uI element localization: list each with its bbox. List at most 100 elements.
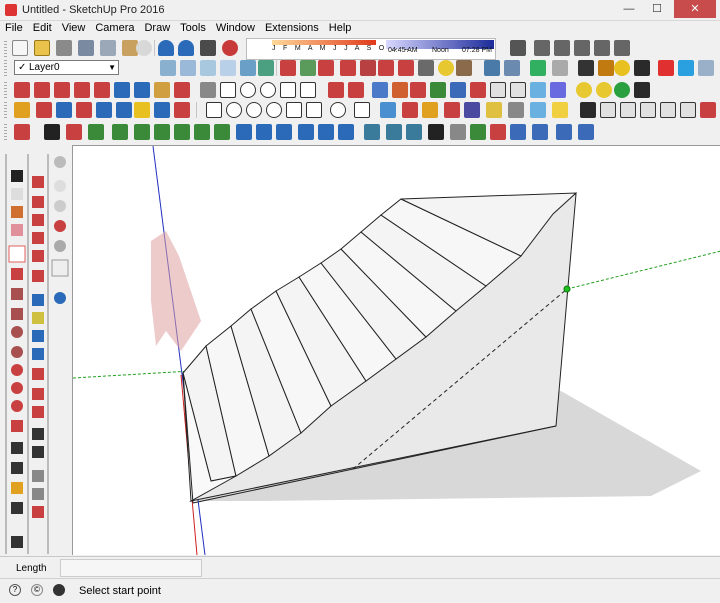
add-detail-icon[interactable] <box>378 60 394 76</box>
layer-select[interactable]: ✓ Layer0 ▼ <box>14 60 119 75</box>
look-around-icon[interactable] <box>470 82 486 98</box>
drawing-viewport[interactable] <box>72 145 720 555</box>
list-icon[interactable] <box>556 124 572 140</box>
curve-icon[interactable] <box>14 124 30 140</box>
walk-tool-icon[interactable] <box>11 536 23 548</box>
section-display-icon[interactable] <box>504 60 520 76</box>
rotated-rect-icon[interactable] <box>11 308 23 320</box>
menu-help[interactable]: Help <box>324 21 357 34</box>
polygon-icon[interactable] <box>260 82 276 98</box>
text-icon[interactable] <box>154 82 170 98</box>
style-monochrome-icon[interactable] <box>54 220 66 232</box>
axes-icon[interactable] <box>174 82 190 98</box>
protractor-tool-icon[interactable] <box>11 482 23 494</box>
style-hidden-icon[interactable] <box>54 200 66 212</box>
sphere-icon[interactable] <box>660 102 676 118</box>
solid-trim-icon[interactable] <box>74 82 90 98</box>
menu-file[interactable]: File <box>0 21 28 34</box>
color-icon[interactable] <box>550 82 566 98</box>
style-shaded-icon[interactable] <box>54 156 66 168</box>
look-around-tool-icon[interactable] <box>32 428 44 440</box>
minimize-button[interactable]: — <box>616 0 642 18</box>
roof-tool-icon[interactable] <box>298 124 314 140</box>
rotate-icon[interactable] <box>36 102 52 118</box>
toolbar-grip[interactable] <box>4 60 7 76</box>
scale-tool-icon[interactable] <box>32 214 44 226</box>
oval-icon[interactable] <box>266 102 282 118</box>
offset-icon[interactable] <box>372 82 388 98</box>
location-icon[interactable] <box>438 60 454 76</box>
select-arrow-icon[interactable] <box>44 124 60 140</box>
line-tool-icon[interactable] <box>8 245 26 263</box>
flip-edge-icon[interactable] <box>398 60 414 76</box>
position-camera-tool-icon[interactable] <box>32 446 44 458</box>
menu-window[interactable]: Window <box>211 21 260 34</box>
model-info-icon[interactable] <box>222 40 238 56</box>
move-icon[interactable] <box>14 102 30 118</box>
style-builder-icon[interactable] <box>530 60 546 76</box>
stamp-icon[interactable] <box>340 60 356 76</box>
floor-tool-icon[interactable] <box>318 124 334 140</box>
views-front-icon[interactable] <box>554 40 570 56</box>
views-iso-icon[interactable] <box>510 40 526 56</box>
parallelogram-icon[interactable] <box>286 102 302 118</box>
attribute-icon[interactable] <box>578 124 594 140</box>
dimension-icon[interactable] <box>114 82 130 98</box>
sandbox-from-contours-icon[interactable] <box>280 60 296 76</box>
distribute-icon[interactable] <box>174 124 190 140</box>
previous-view-icon[interactable] <box>32 388 44 400</box>
tape-tool-icon[interactable] <box>11 442 23 454</box>
sketchup-settings-icon[interactable] <box>634 60 650 76</box>
extension-manager-icon[interactable] <box>598 60 614 76</box>
back-edges-icon[interactable] <box>180 60 196 76</box>
magnet-icon[interactable] <box>174 102 190 118</box>
torus-icon[interactable] <box>680 102 696 118</box>
hidden-line-icon[interactable] <box>220 60 236 76</box>
texture-icon[interactable] <box>450 124 466 140</box>
solid-tools-icon[interactable] <box>418 60 434 76</box>
pie-tool-icon[interactable] <box>11 420 23 432</box>
undo-icon[interactable] <box>158 40 174 56</box>
star-icon[interactable] <box>354 102 370 118</box>
geo-location-icon[interactable]: ? <box>9 584 21 596</box>
menu-draw[interactable]: Draw <box>139 21 175 34</box>
cone-icon[interactable] <box>640 102 656 118</box>
component-icon[interactable] <box>698 60 714 76</box>
followme-tool-icon[interactable] <box>32 250 44 262</box>
light-icon[interactable] <box>576 82 592 98</box>
make-component-icon[interactable] <box>66 124 82 140</box>
make-group-icon[interactable] <box>88 124 104 140</box>
smoove-icon[interactable] <box>318 60 334 76</box>
menu-edit[interactable]: Edit <box>28 21 57 34</box>
section-tool-icon[interactable] <box>32 406 44 418</box>
circle-icon[interactable] <box>240 82 256 98</box>
stack-icon[interactable] <box>112 124 128 140</box>
sun-icon[interactable] <box>552 102 568 118</box>
push-pull-icon[interactable] <box>328 82 344 98</box>
table-icon[interactable] <box>510 124 526 140</box>
gradient-icon[interactable] <box>530 82 546 98</box>
divide-icon[interactable] <box>214 124 230 140</box>
menu-view[interactable]: View <box>57 21 91 34</box>
warehouse-icon[interactable] <box>456 60 472 76</box>
paint-icon[interactable] <box>392 82 408 98</box>
cylinder-icon[interactable] <box>620 102 636 118</box>
solid-split-icon[interactable] <box>94 82 110 98</box>
magnifier-icon[interactable] <box>464 102 480 118</box>
measurement-input[interactable] <box>60 559 202 577</box>
3d-warehouse-icon[interactable] <box>678 60 694 76</box>
sandbox-tool-icon[interactable] <box>32 470 44 482</box>
rectangle-icon[interactable] <box>220 82 236 98</box>
zoom-extents-icon[interactable] <box>32 368 44 380</box>
protractor-icon[interactable] <box>134 82 150 98</box>
ellipse-icon[interactable] <box>246 102 262 118</box>
erase-icon[interactable] <box>136 40 152 56</box>
rainbow-icon[interactable] <box>530 102 546 118</box>
toolbar-grip[interactable] <box>4 124 7 140</box>
style-wire-icon[interactable] <box>54 180 66 192</box>
camera-tools-icon[interactable] <box>580 102 596 118</box>
layout-icon[interactable] <box>578 60 594 76</box>
redo-icon[interactable] <box>178 40 194 56</box>
scale-icon[interactable] <box>56 102 72 118</box>
style-xray-icon[interactable] <box>54 240 66 252</box>
